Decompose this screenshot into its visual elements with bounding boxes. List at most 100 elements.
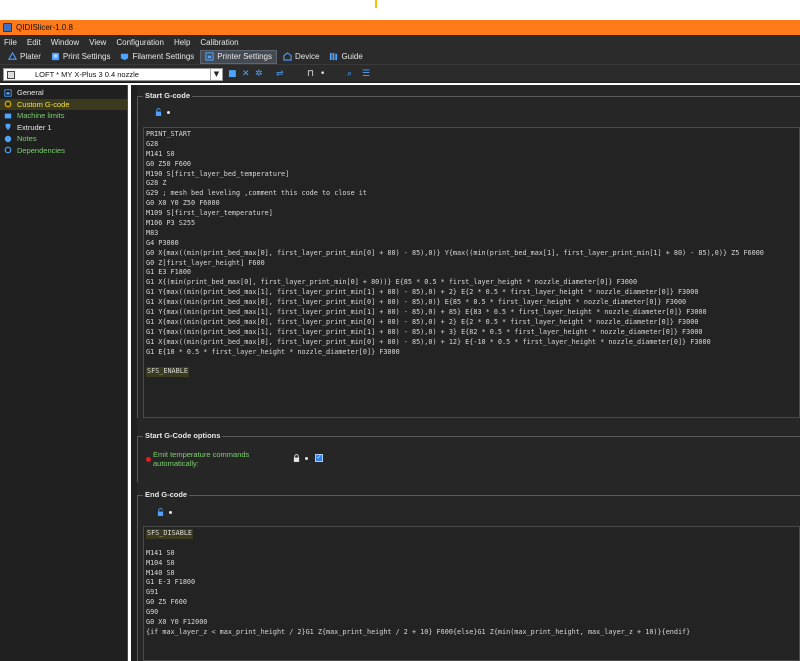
gcode-line: G1 X{(min(print_bed_max[0], first_layer_… (146, 278, 799, 288)
gcode-line: G0 X0 Y0 Z50 F6000 (146, 199, 799, 209)
tab-plater[interactable]: Plater (4, 50, 45, 64)
bullet-icon (167, 110, 170, 114)
chevron-down-icon[interactable]: ▼ (210, 69, 222, 80)
tab-guide[interactable]: Guide (325, 50, 366, 64)
gcode-line: G0 Z50 F600 (146, 160, 799, 170)
gcode-line-text: SFS_ENABLE (146, 367, 189, 378)
sidebar-item-label: General (17, 88, 44, 98)
tab-print-settings[interactable]: Print Settings (47, 50, 115, 64)
sidebar-item-label: Machine limits (17, 111, 65, 121)
gcode-line (146, 357, 799, 367)
tab-filament-settings[interactable]: Filament Settings (116, 50, 198, 64)
gcode-line: G1 Y{max((min(print_bed_max[1], first_la… (146, 328, 799, 338)
machine-limits-icon (4, 113, 12, 119)
lock-icon[interactable] (293, 454, 300, 462)
sidebar-item-dependencies[interactable]: Dependencies (0, 145, 127, 157)
printer-preset-icon (7, 70, 15, 79)
gcode-line: M140 S0 (146, 569, 799, 579)
printer-icon (4, 89, 12, 97)
start-gcode-lock-row (155, 108, 170, 116)
emit-temperature-checkbox[interactable]: ✓ (315, 454, 323, 462)
lock-open-icon[interactable] (157, 508, 164, 516)
gcode-line: G1 Y{max((min(print_bed_max[1], first_la… (146, 288, 799, 298)
sidebar-item-label: Dependencies (17, 145, 65, 155)
gcode-line: G1 X{max((min(print_bed_max[0], first_la… (146, 298, 799, 308)
gcode-icon (4, 100, 12, 108)
gcode-line-text: G1 E3 F1800 (146, 268, 192, 277)
sidebar-item-extruder-1[interactable]: Extruder 1 (0, 122, 127, 134)
menu-configuration[interactable]: Configuration (116, 38, 164, 47)
modified-indicator (146, 457, 151, 462)
gcode-line: PRINT_START (146, 130, 799, 140)
gcode-line-text: M140 S0 (146, 568, 175, 577)
tab-label: Print Settings (62, 52, 111, 61)
gcode-line: G28 Z (146, 179, 799, 189)
sidebar-item-notes[interactable]: Notes (0, 133, 127, 145)
gcode-line-text: M141 S0 (146, 548, 175, 557)
sidebar-item-machine-limits[interactable]: Machine limits (0, 110, 127, 122)
tab-device[interactable]: Device (279, 50, 323, 64)
gcode-line: {if max_layer_z < max_print_height / 2}G… (146, 628, 799, 638)
gcode-line-text: G1 Y{max((min(print_bed_max[1], first_la… (146, 308, 707, 317)
sidebar-item-label: Custom G-code (17, 99, 70, 109)
gcode-line-text: G91 (146, 588, 159, 597)
gcode-line-text: M109 S[first_layer_temperature] (146, 209, 273, 218)
tab-label: Printer Settings (217, 52, 272, 61)
menu-view[interactable]: View (89, 38, 106, 47)
menu-help[interactable]: Help (174, 38, 190, 47)
gcode-line: M109 S[first_layer_temperature] (146, 209, 799, 219)
menu-window[interactable]: Window (51, 38, 79, 47)
tab-label: Device (295, 52, 320, 61)
gcode-line-text: G0 Z[first_layer_height] F600 (146, 258, 265, 267)
filament-settings-icon (121, 53, 129, 61)
gcode-line-text: G0 Z5 F600 (146, 598, 187, 607)
window-title: QIDISlicer-1.0.8 (16, 23, 73, 32)
gcode-line (146, 539, 799, 549)
gcode-line-text: PRINT_START (146, 130, 192, 138)
gcode-line: SFS_ENABLE (146, 367, 799, 378)
compare-icon[interactable]: ⇌ (276, 69, 284, 79)
gcode-line: G0 X{max((min(print_bed_max[0], first_la… (146, 249, 799, 259)
gcode-line-text: M83 (146, 228, 159, 237)
group-title: Start G-Code options (143, 431, 223, 440)
save-icon[interactable]: ■ (228, 69, 237, 79)
print-settings-icon (51, 52, 60, 61)
extruder-icon (5, 124, 11, 131)
gcode-line: M83 (146, 229, 799, 239)
gcode-line: G1 E3 F1800 (146, 268, 799, 278)
device-icon (283, 52, 292, 61)
gcode-line: M106 P3 S255 (146, 219, 799, 229)
dependencies-icon (4, 146, 12, 154)
options-icon[interactable]: ☰ (362, 69, 370, 79)
tab-bar: Plater Print Settings Filament Settings … (0, 49, 800, 64)
gcode-line-text: G1 E-3 F1800 (146, 578, 196, 587)
tab-label: Plater (20, 52, 41, 61)
menu-file[interactable]: File (4, 38, 17, 47)
desktop-strip (0, 0, 800, 20)
search-icon[interactable]: ⌕ (347, 69, 352, 79)
end-gcode-editor[interactable]: SFS_DISABLE M141 S0 M104 S0 M140 S0 G1 E-3 F… (143, 526, 800, 661)
gcode-line-text: M190 S[first_layer_bed_temperature] (146, 169, 290, 178)
menu-edit[interactable]: Edit (27, 38, 41, 47)
gear-icon[interactable]: ✲ (255, 69, 263, 79)
printer-preset-select[interactable]: LOFT * MY X-Plus 3 0.4 nozzle ▼ (3, 68, 223, 81)
gcode-line: M190 S[first_layer_bed_temperature] (146, 170, 799, 180)
app-icon (3, 23, 12, 32)
gcode-line-text: G4 P3000 (146, 238, 179, 247)
sidebar-item-custom-gcode[interactable]: Custom G-code (0, 98, 127, 110)
delete-icon[interactable]: ✕ (242, 69, 250, 79)
lock-open-icon[interactable] (155, 108, 162, 116)
gcode-line: G1 Y{max((min(print_bed_max[1], first_la… (146, 308, 799, 318)
menu-calibration[interactable]: Calibration (200, 38, 238, 47)
gcode-line-text: G29 ; mesh bed leveling ,comment this co… (146, 189, 367, 198)
sidebar-item-label: Notes (17, 134, 37, 144)
start-gcode-editor[interactable]: PRINT_START G28 M141 S0 G0 Z50 F600 M190 S[f… (143, 127, 800, 418)
tab-printer-settings[interactable]: Printer Settings (200, 49, 277, 64)
printer-settings-icon (205, 52, 214, 61)
gcode-line: M104 S0 (146, 559, 799, 569)
sidebar-item-general[interactable]: General (0, 87, 127, 99)
lock-icon[interactable]: ⊓ (307, 69, 314, 79)
gcode-line-text: G1 Y{max((min(print_bed_max[1], first_la… (146, 327, 703, 336)
bullet-icon (305, 457, 308, 460)
sidebar-item-label: Extruder 1 (17, 122, 52, 132)
